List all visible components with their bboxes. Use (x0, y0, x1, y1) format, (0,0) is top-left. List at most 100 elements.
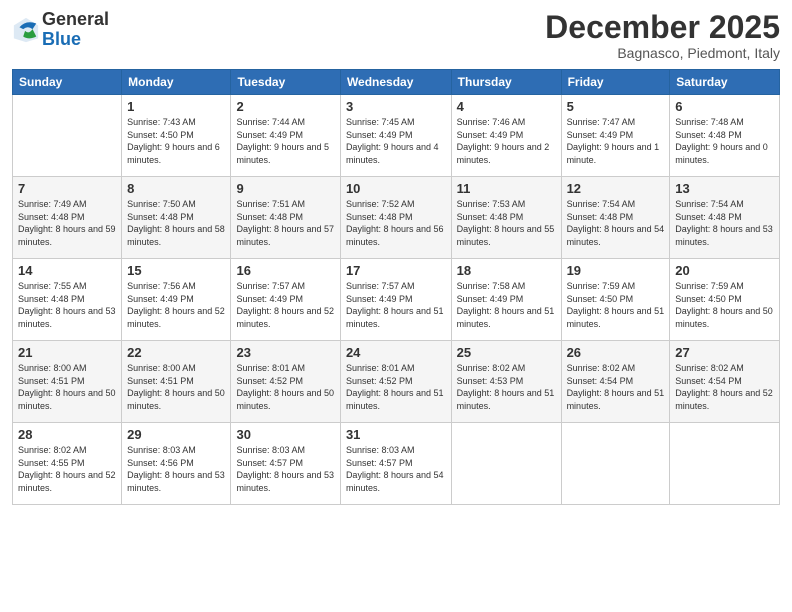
day-number: 4 (457, 99, 556, 114)
calendar-cell (670, 423, 780, 505)
day-number: 17 (346, 263, 446, 278)
calendar-cell: 16 Sunrise: 7:57 AMSunset: 4:49 PMDayligh… (231, 259, 340, 341)
day-number: 2 (236, 99, 334, 114)
calendar-week-2: 14Sunrise: 7:55 AMSunset: 4:48 PMDayligh… (13, 259, 780, 341)
day-number: 23 (236, 345, 334, 360)
calendar-cell: 17 Sunrise: 7:57 AMSunset: 4:49 PMDayligh… (340, 259, 451, 341)
header-tuesday: Tuesday (231, 70, 340, 95)
calendar-week-3: 21 Sunrise: 8:00 AMSunset: 4:51 PMDayligh… (13, 341, 780, 423)
day-number: 9 (236, 181, 334, 196)
header: General Blue December 2025 Bagnasco, Pie… (12, 10, 780, 61)
calendar-cell (561, 423, 670, 505)
day-number: 15 (127, 263, 225, 278)
calendar-cell (13, 95, 122, 177)
day-info: Sunrise: 7:54 AMSunset: 4:48 PMDaylight:… (567, 199, 665, 247)
day-info: Sunrise: 8:03 AMSunset: 4:56 PMDaylight:… (127, 445, 225, 493)
day-info: Sunrise: 7:47 AMSunset: 4:49 PMDaylight:… (567, 117, 660, 165)
day-info: Sunrise: 7:57 AMSunset: 4:49 PMDaylight:… (346, 281, 444, 329)
day-info: Sunrise: 7:59 AMSunset: 4:50 PMDaylight:… (675, 281, 773, 329)
day-info: Sunrise: 7:56 AMSunset: 4:49 PMDaylight:… (127, 281, 225, 329)
day-info: Sunrise: 8:03 AMSunset: 4:57 PMDaylight:… (236, 445, 334, 493)
day-info: Sunrise: 8:00 AMSunset: 4:51 PMDaylight:… (127, 363, 225, 411)
day-number: 20 (675, 263, 774, 278)
day-number: 13 (675, 181, 774, 196)
day-info: Sunrise: 8:01 AMSunset: 4:52 PMDaylight:… (346, 363, 444, 411)
day-number: 16 (236, 263, 334, 278)
day-number: 26 (567, 345, 665, 360)
day-info: Sunrise: 7:50 AMSunset: 4:48 PMDaylight:… (127, 199, 225, 247)
day-number: 5 (567, 99, 665, 114)
calendar-cell: 28 Sunrise: 8:02 AMSunset: 4:55 PMDayligh… (13, 423, 122, 505)
calendar-cell: 22 Sunrise: 8:00 AMSunset: 4:51 PMDayligh… (122, 341, 231, 423)
calendar-cell: 20 Sunrise: 7:59 AMSunset: 4:50 PMDayligh… (670, 259, 780, 341)
title-area: December 2025 Bagnasco, Piedmont, Italy (545, 10, 780, 61)
calendar-cell: 9Sunrise: 7:51 AMSunset: 4:48 PMDaylight… (231, 177, 340, 259)
day-number: 21 (18, 345, 116, 360)
month-title: December 2025 (545, 10, 780, 45)
calendar-cell: 25 Sunrise: 8:02 AMSunset: 4:53 PMDayligh… (451, 341, 561, 423)
day-info: Sunrise: 7:46 AMSunset: 4:49 PMDaylight:… (457, 117, 550, 165)
day-number: 31 (346, 427, 446, 442)
day-info: Sunrise: 7:57 AMSunset: 4:49 PMDaylight:… (236, 281, 334, 329)
calendar-cell: 11Sunrise: 7:53 AMSunset: 4:48 PMDayligh… (451, 177, 561, 259)
calendar-week-0: 1 Sunrise: 7:43 AMSunset: 4:50 PMDaylight… (13, 95, 780, 177)
calendar-cell: 19 Sunrise: 7:59 AMSunset: 4:50 PMDayligh… (561, 259, 670, 341)
header-saturday: Saturday (670, 70, 780, 95)
logo-general-text: General (42, 10, 109, 30)
day-info: Sunrise: 7:53 AMSunset: 4:48 PMDaylight:… (457, 199, 555, 247)
day-number: 7 (18, 181, 116, 196)
calendar-cell: 5 Sunrise: 7:47 AMSunset: 4:49 PMDaylight… (561, 95, 670, 177)
day-info: Sunrise: 8:02 AMSunset: 4:54 PMDaylight:… (675, 363, 773, 411)
day-info: Sunrise: 7:49 AMSunset: 4:48 PMDaylight:… (18, 199, 116, 247)
day-number: 27 (675, 345, 774, 360)
calendar-cell: 23Sunrise: 8:01 AMSunset: 4:52 PMDayligh… (231, 341, 340, 423)
calendar-cell: 12Sunrise: 7:54 AMSunset: 4:48 PMDayligh… (561, 177, 670, 259)
day-number: 22 (127, 345, 225, 360)
calendar-cell: 4 Sunrise: 7:46 AMSunset: 4:49 PMDaylight… (451, 95, 561, 177)
calendar-cell: 6 Sunrise: 7:48 AMSunset: 4:48 PMDaylight… (670, 95, 780, 177)
day-info: Sunrise: 7:58 AMSunset: 4:49 PMDaylight:… (457, 281, 555, 329)
day-number: 1 (127, 99, 225, 114)
day-number: 25 (457, 345, 556, 360)
header-wednesday: Wednesday (340, 70, 451, 95)
day-number: 28 (18, 427, 116, 442)
header-sunday: Sunday (13, 70, 122, 95)
calendar-cell: 13Sunrise: 7:54 AMSunset: 4:48 PMDayligh… (670, 177, 780, 259)
day-info: Sunrise: 7:45 AMSunset: 4:49 PMDaylight:… (346, 117, 439, 165)
logo-text: General Blue (42, 10, 109, 50)
day-number: 18 (457, 263, 556, 278)
day-number: 10 (346, 181, 446, 196)
calendar-week-4: 28 Sunrise: 8:02 AMSunset: 4:55 PMDayligh… (13, 423, 780, 505)
header-friday: Friday (561, 70, 670, 95)
logo-icon (12, 16, 40, 44)
day-number: 8 (127, 181, 225, 196)
day-info: Sunrise: 7:44 AMSunset: 4:49 PMDaylight:… (236, 117, 329, 165)
weekday-header-row: Sunday Monday Tuesday Wednesday Thursday… (13, 70, 780, 95)
calendar-cell: 8 Sunrise: 7:50 AMSunset: 4:48 PMDaylight… (122, 177, 231, 259)
calendar-week-1: 7 Sunrise: 7:49 AMSunset: 4:48 PMDaylight… (13, 177, 780, 259)
day-info: Sunrise: 7:59 AMSunset: 4:50 PMDaylight:… (567, 281, 665, 329)
calendar-cell: 10Sunrise: 7:52 AMSunset: 4:48 PMDayligh… (340, 177, 451, 259)
day-number: 24 (346, 345, 446, 360)
calendar-cell (451, 423, 561, 505)
day-number: 19 (567, 263, 665, 278)
day-info: Sunrise: 8:02 AMSunset: 4:55 PMDaylight:… (18, 445, 116, 493)
calendar-cell: 31Sunrise: 8:03 AMSunset: 4:57 PMDayligh… (340, 423, 451, 505)
calendar-cell: 7 Sunrise: 7:49 AMSunset: 4:48 PMDaylight… (13, 177, 122, 259)
location: Bagnasco, Piedmont, Italy (545, 45, 780, 61)
calendar-cell: 27 Sunrise: 8:02 AMSunset: 4:54 PMDayligh… (670, 341, 780, 423)
day-info: Sunrise: 7:43 AMSunset: 4:50 PMDaylight:… (127, 117, 220, 165)
calendar-cell: 30Sunrise: 8:03 AMSunset: 4:57 PMDayligh… (231, 423, 340, 505)
calendar-cell: 18 Sunrise: 7:58 AMSunset: 4:49 PMDayligh… (451, 259, 561, 341)
calendar-table: Sunday Monday Tuesday Wednesday Thursday… (12, 69, 780, 505)
day-number: 6 (675, 99, 774, 114)
day-info: Sunrise: 7:48 AMSunset: 4:48 PMDaylight:… (675, 117, 768, 165)
day-number: 29 (127, 427, 225, 442)
day-info: Sunrise: 8:02 AMSunset: 4:54 PMDaylight:… (567, 363, 665, 411)
calendar-cell: 14Sunrise: 7:55 AMSunset: 4:48 PMDayligh… (13, 259, 122, 341)
calendar-cell: 21Sunrise: 8:00 AMSunset: 4:51 PMDayligh… (13, 341, 122, 423)
logo-blue-text: Blue (42, 30, 109, 50)
day-info: Sunrise: 8:02 AMSunset: 4:53 PMDaylight:… (457, 363, 555, 411)
header-monday: Monday (122, 70, 231, 95)
calendar-cell: 15 Sunrise: 7:56 AMSunset: 4:49 PMDayligh… (122, 259, 231, 341)
